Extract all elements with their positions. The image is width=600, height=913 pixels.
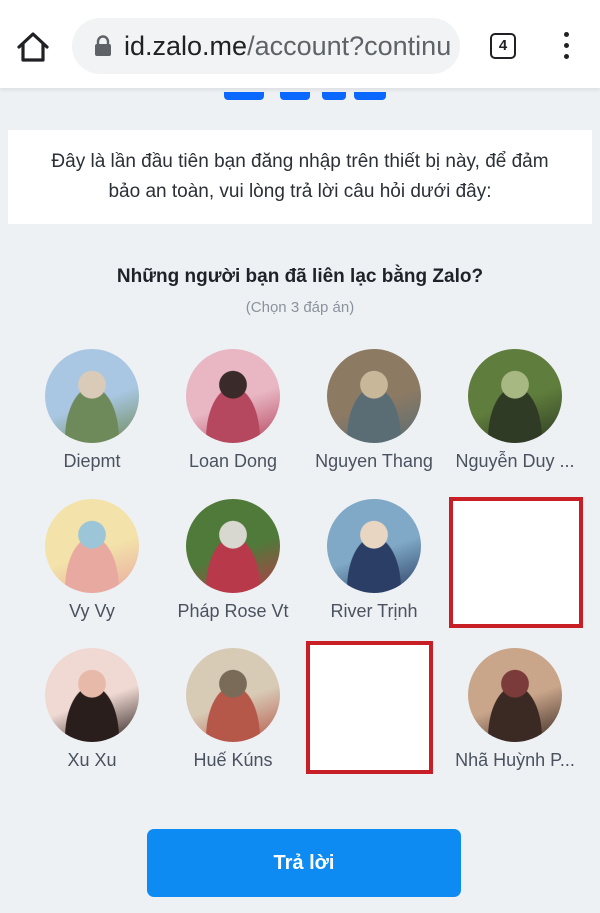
- friend-avatar: [468, 349, 562, 443]
- friend-name: Nguyễn Duy ...: [455, 451, 575, 471]
- friend-avatar: [468, 648, 562, 742]
- friend-name: Nhã Huỳnh P...: [455, 750, 575, 770]
- friend-option[interactable]: Nguyen Thang: [299, 349, 449, 489]
- redacted-option[interactable]: [449, 497, 583, 628]
- notice-line-1: Đây là lần đầu tiên bạn đăng nhập trên t…: [51, 151, 549, 172]
- friend-option[interactable]: Vy Vy: [17, 499, 167, 639]
- friend-name: Vy Vy: [69, 601, 115, 621]
- notice-line-2: bảo an toàn, vui lòng trả lời câu hỏi dư…: [108, 181, 492, 202]
- friend-option[interactable]: Xu Xu: [17, 648, 167, 788]
- address-bar[interactable]: id.zalo.me/account?continu: [72, 18, 460, 74]
- home-icon[interactable]: [14, 28, 52, 66]
- friend-avatar: [45, 499, 139, 593]
- friend-option[interactable]: Nguyễn Duy ...: [440, 349, 590, 489]
- friend-option[interactable]: River Trịnh: [299, 499, 449, 639]
- friend-name: Nguyen Thang: [315, 451, 433, 471]
- browser-toolbar: id.zalo.me/account?continu 4: [0, 0, 600, 88]
- friend-option[interactable]: Loan Dong: [158, 349, 308, 489]
- friend-avatar: [45, 349, 139, 443]
- friend-name: Huế Kúns: [193, 750, 273, 770]
- friend-avatar: [186, 499, 280, 593]
- security-notice: Đây là lần đầu tiên bạn đăng nhập trên t…: [8, 130, 592, 224]
- friend-option[interactable]: Pháp Rose Vt: [158, 499, 308, 639]
- zalo-logo: [218, 86, 388, 100]
- tab-switcher-button[interactable]: 4: [490, 33, 516, 59]
- submit-answer-button[interactable]: Trả lời: [147, 829, 461, 897]
- friend-avatar: [186, 648, 280, 742]
- url-host: id.zalo.me: [124, 31, 248, 61]
- friend-option[interactable]: Huế Kúns: [158, 648, 308, 788]
- url-text[interactable]: id.zalo.me/account?continu: [124, 31, 454, 61]
- friend-avatar: [327, 349, 421, 443]
- friend-option[interactable]: Nhã Huỳnh P...: [440, 648, 590, 788]
- friend-avatar: [186, 349, 280, 443]
- friend-name: Pháp Rose Vt: [177, 601, 289, 621]
- url-path: /account?continu: [247, 31, 452, 61]
- friend-avatar: [45, 648, 139, 742]
- lock-icon: [95, 35, 111, 56]
- friend-avatar: [327, 499, 421, 593]
- friend-name: Xu Xu: [67, 750, 117, 770]
- question-hint: (Chọn 3 đáp án): [245, 299, 355, 316]
- friend-option[interactable]: Diepmt: [17, 349, 167, 489]
- friend-name: Diepmt: [63, 451, 121, 471]
- redacted-option[interactable]: [306, 641, 433, 774]
- friend-name: Loan Dong: [188, 451, 278, 471]
- friend-name: River Trịnh: [330, 601, 418, 621]
- question-title: Những người bạn đã liên lạc bằng Zalo?: [116, 266, 484, 287]
- overflow-menu-icon[interactable]: [556, 32, 576, 64]
